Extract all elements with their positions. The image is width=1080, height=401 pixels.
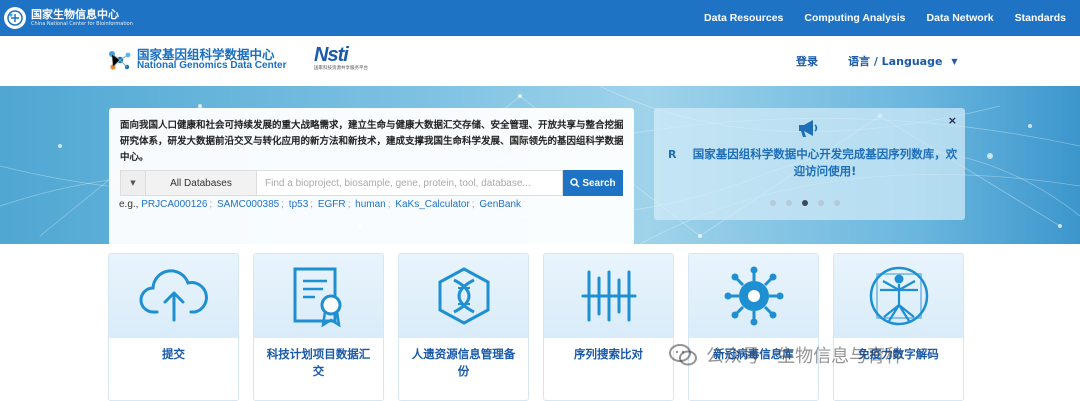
search-examples: e.g., PRJCA000126; SAMC000385; tp53; EGF… (119, 199, 522, 210)
cncb-logo-icon (4, 7, 26, 29)
card-sequence-search[interactable]: 序列搜索比对 (543, 253, 674, 401)
close-icon[interactable]: × (948, 114, 957, 127)
search-panel: 面向我国人口健康和社会可持续发展的重大战略需求，建立生命与健康大数据汇交存储、安… (109, 108, 634, 244)
cloud-upload-icon (139, 269, 208, 322)
card-immunity-decoding[interactable]: 免疫力数字解码 (833, 253, 964, 401)
announcement-text[interactable]: 国家基因组科学数据中心开发完成基因序列数库，欢迎访问使用! (690, 146, 960, 180)
example-link[interactable]: human (355, 199, 386, 210)
database-selector[interactable]: All Databases (146, 170, 256, 196)
card-genetic-resources[interactable]: 人遗资源信息管理备份 (398, 253, 529, 401)
card-label: 序列搜索比对 (574, 347, 643, 361)
caret-down-icon: ▼ (951, 56, 958, 66)
mission-statement: 面向我国人口健康和社会可持续发展的重大战略需求，建立生命与健康大数据汇交存储、安… (120, 120, 624, 163)
nsti-logo[interactable]: Nsti 国家科技资源共享服务平台 (314, 44, 368, 71)
example-link[interactable]: tp53 (289, 199, 308, 210)
announcement-carousel: × R 国家基因组科学数据中心开发完成基因序列数库，欢迎访问使用! (654, 108, 965, 220)
card-covid-database[interactable]: 新冠病毒信息库 (688, 253, 819, 401)
nsti-wordmark: Nsti (314, 44, 349, 66)
example-link[interactable]: KaKs_Calculator (395, 199, 469, 210)
virus-icon (724, 266, 783, 326)
dna-icon (438, 267, 489, 325)
search-icon (570, 178, 580, 188)
org-name-en: China National Center for Bioinformation (31, 21, 133, 27)
top-bar: 国家生物信息中心 China National Center for Bioin… (0, 0, 1080, 36)
card-label: 科技计划项目数据汇交 (266, 347, 371, 378)
example-link[interactable]: SAMC000385 (217, 199, 279, 210)
nsti-subtitle: 国家科技资源共享服务平台 (314, 66, 368, 71)
example-link[interactable]: PRJCA000126 (141, 199, 207, 210)
watermark-text: 公众号 · 生物信息与育种 (706, 346, 904, 367)
example-link[interactable]: EGFR (318, 199, 346, 210)
site-header: 国家基因组科学数据中心 National Genomics Data Cente… (0, 36, 1080, 86)
carousel-dot[interactable] (786, 200, 792, 206)
carousel-dot[interactable] (834, 200, 840, 206)
wechat-icon (669, 344, 697, 366)
hero-banner: 面向我国人口健康和社会可持续发展的重大战略需求，建立生命与健康大数据汇交存储、安… (0, 86, 1080, 244)
cncb-logo[interactable]: 国家生物信息中心 China National Center for Bioin… (4, 7, 133, 29)
card-label: 提交 (162, 347, 185, 361)
wechat-watermark: 公众号 · 生物信息与育种 (668, 342, 903, 368)
nav-data-network[interactable]: Data Network (927, 12, 994, 24)
search-button-label: Search (582, 177, 616, 189)
carousel-indicators (770, 200, 850, 206)
language-selector[interactable]: 语言 / Language ▼ (848, 53, 958, 69)
examples-prefix: e.g., (119, 199, 139, 210)
sequence-bars-icon (581, 270, 636, 322)
vitruvian-icon (869, 266, 928, 326)
nav-computing-analysis[interactable]: Computing Analysis (804, 12, 905, 24)
card-label: 人遗资源信息管理备份 (411, 347, 516, 378)
ngdc-name-en: National Genomics Data Center (137, 60, 287, 72)
carousel-prev-button[interactable]: R (668, 148, 676, 161)
login-link[interactable]: 登录 (796, 53, 818, 69)
card-project-data[interactable]: 科技计划项目数据汇交 (253, 253, 384, 401)
carousel-dot-active[interactable] (802, 200, 808, 206)
org-name-cn: 国家生物信息中心 (31, 8, 119, 21)
nav-data-resources[interactable]: Data Resources (704, 12, 783, 24)
top-nav: Data Resources Computing Analysis Data N… (683, 0, 1066, 36)
card-submit[interactable]: 提交 (108, 253, 239, 401)
database-dropdown-toggle[interactable]: ▼ (120, 170, 146, 196)
language-label: 语言 / Language (848, 55, 943, 68)
carousel-dot[interactable] (818, 200, 824, 206)
carousel-dot[interactable] (770, 200, 776, 206)
caret-down-icon: ▼ (130, 179, 136, 187)
megaphone-icon (799, 120, 818, 137)
search-bar: ▼ All Databases Search (120, 170, 623, 196)
search-input[interactable] (256, 170, 563, 196)
certificate-icon (293, 267, 341, 327)
nav-standards[interactable]: Standards (1015, 12, 1066, 24)
molecule-icon (109, 51, 131, 70)
ngdc-logo[interactable]: 国家基因组科学数据中心 National Genomics Data Cente… (107, 47, 286, 73)
example-link[interactable]: GenBank (479, 199, 521, 210)
search-button[interactable]: Search (563, 170, 623, 196)
feature-cards: 提交 科技计划项目数据汇交 人遗资源信息管理备份 序列搜索比对 新冠病毒信息库 … (0, 244, 1080, 401)
